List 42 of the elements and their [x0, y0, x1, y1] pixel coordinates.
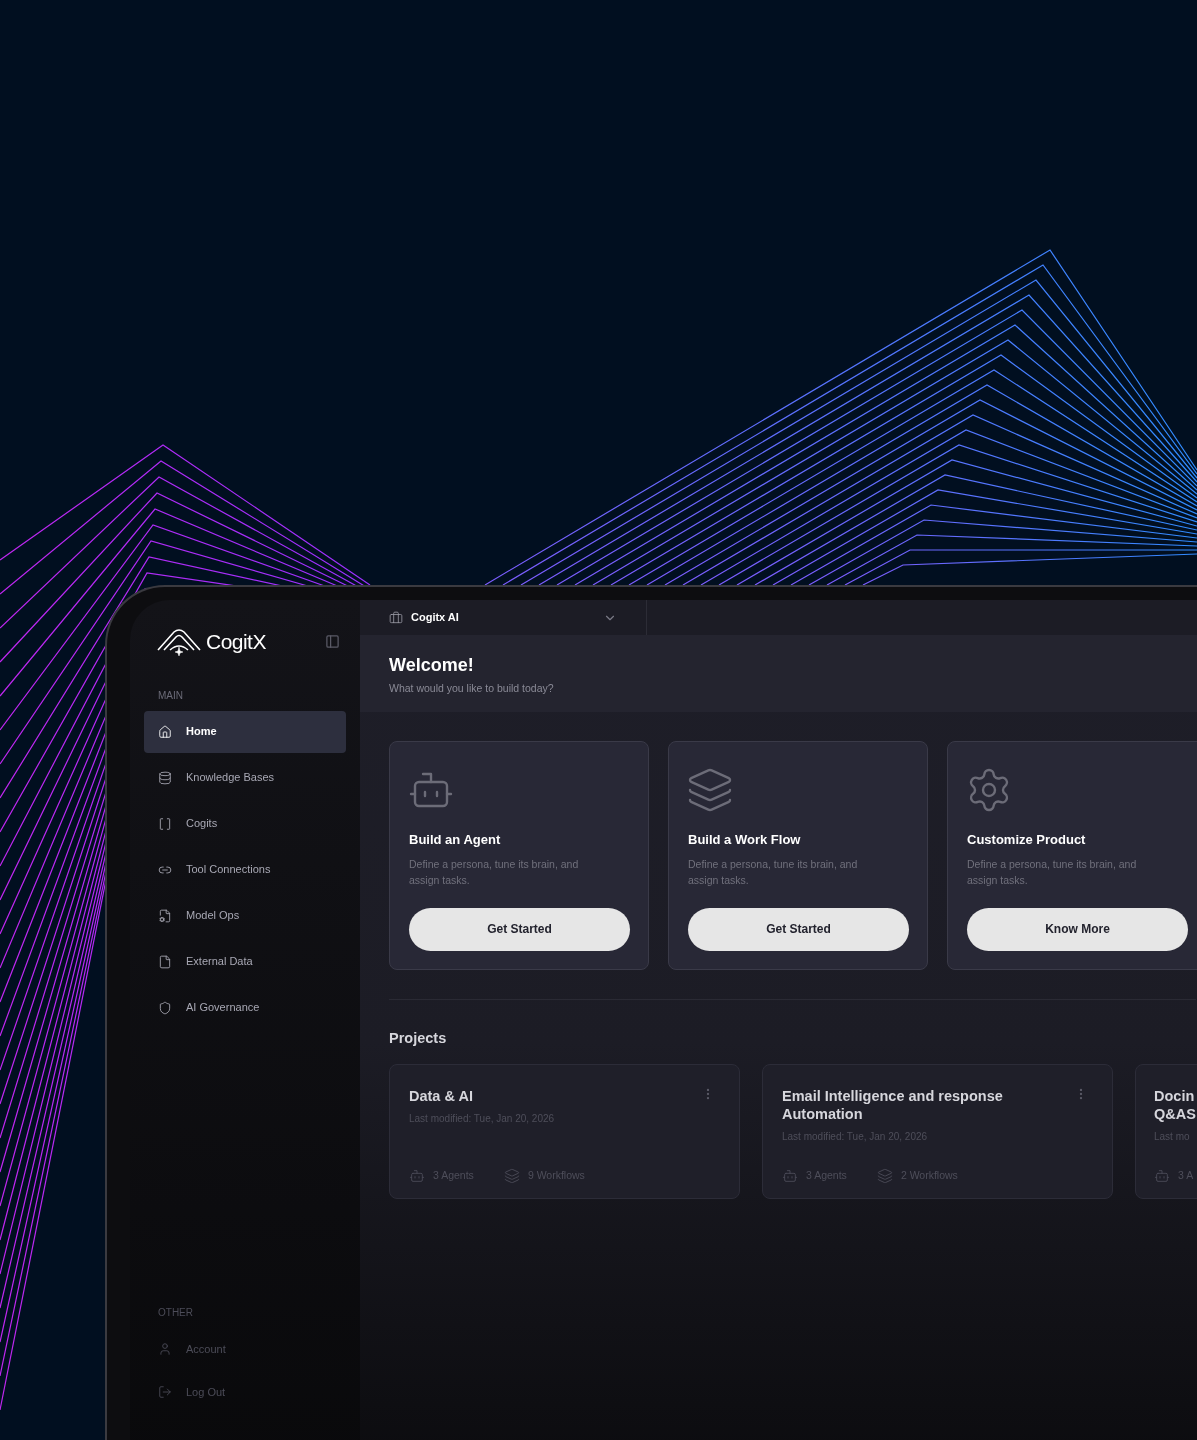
briefcase-icon: [389, 610, 403, 625]
file-gear-icon: [158, 908, 172, 923]
user-icon: [158, 1342, 172, 1356]
logout-icon: [158, 1385, 172, 1399]
brand-name: CogitX: [206, 629, 266, 655]
projects-heading: Projects: [389, 1029, 448, 1048]
project-title: Data & AI: [409, 1086, 474, 1105]
project-title: Docin Q&AS: [1154, 1086, 1197, 1123]
layers-icon: [876, 1167, 893, 1184]
card-button[interactable]: Know More: [967, 907, 1188, 951]
file-icon: [158, 954, 172, 969]
section-label: OTHER: [157, 1306, 194, 1320]
sidebar-item[interactable]: External Data: [144, 940, 346, 983]
logo-icon: [156, 627, 202, 656]
sidebar-item[interactable]: Cogits: [144, 802, 346, 845]
card-description: Define a persona, tune its brain, and assign tasks.: [409, 856, 580, 888]
layers-icon: [686, 766, 734, 814]
robot-icon: [782, 1167, 798, 1184]
shield-icon: [158, 1000, 172, 1015]
welcome-title: Welcome!: [389, 654, 475, 677]
card-description: Define a persona, tune its brain, and assign tasks.: [688, 856, 859, 888]
card-button[interactable]: Get Started: [409, 907, 630, 951]
card-title: Build a Work Flow: [688, 831, 802, 849]
brackets-icon: [158, 816, 172, 831]
sidebar-item[interactable]: Tool Connections: [144, 848, 346, 891]
card-title: Customize Product: [967, 831, 1087, 849]
collapse-sidebar-button[interactable]: [325, 634, 340, 650]
project-title: Email Intelligence and response Automation: [782, 1086, 1004, 1123]
sidebar-item[interactable]: Model Ops: [144, 894, 346, 937]
robot-icon: [409, 1167, 425, 1184]
layers-icon: [503, 1167, 520, 1184]
sidebar-item[interactable]: Home: [144, 710, 346, 753]
card-button[interactable]: Get Started: [688, 907, 909, 951]
card-description: Define a persona, tune its brain, and assign tasks.: [967, 856, 1138, 888]
database-icon: [158, 770, 172, 785]
sidebar-item[interactable]: Knowledge Bases: [144, 756, 346, 799]
robot-icon: [1154, 1167, 1170, 1184]
sidebar-item[interactable]: AI Governance: [144, 986, 346, 1029]
welcome-subtitle: What would you like to build today?: [389, 681, 555, 696]
section-label: MAIN: [157, 688, 184, 703]
home-icon: [158, 724, 172, 739]
card-title: Build an Agent: [409, 831, 502, 849]
